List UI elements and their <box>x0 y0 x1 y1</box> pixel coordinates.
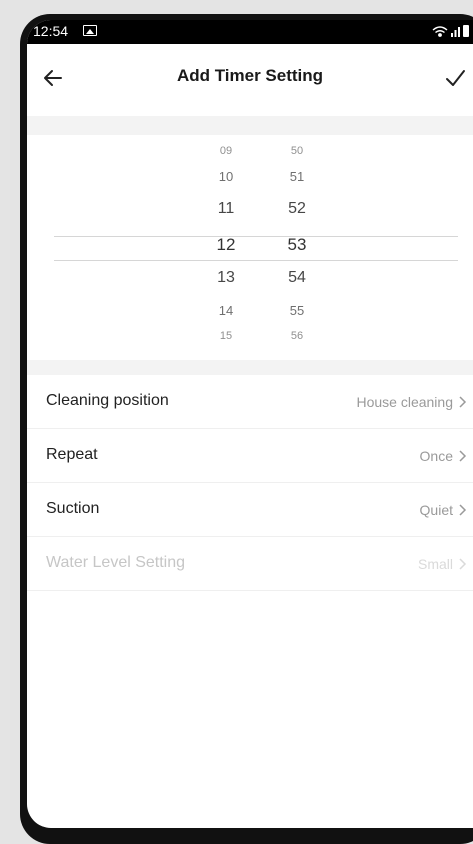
status-time: 12:54 <box>33 23 69 39</box>
hour-option[interactable]: 10 <box>196 169 256 184</box>
settings-row-value: Quiet <box>419 502 453 518</box>
settings-row-value: House cleaning <box>356 394 453 410</box>
time-picker[interactable]: 09 10 11 12 13 14 15 50 51 52 53 54 55 56 <box>27 135 473 360</box>
picker-selection-line-top <box>54 236 458 237</box>
minute-option[interactable]: 53 <box>267 235 327 255</box>
wifi-icon <box>432 26 448 37</box>
chevron-right-icon <box>459 504 467 516</box>
image-icon <box>83 25 97 36</box>
app-header: Add Timer Setting <box>27 44 473 116</box>
settings-row-value: Small <box>417 556 453 572</box>
settings-list: Cleaning position House cleaning Repeat Onc… <box>27 375 473 591</box>
chevron-right-icon <box>459 450 467 462</box>
status-icons <box>432 25 469 37</box>
settings-row-label: Suction <box>46 500 100 517</box>
app-screen: 12:54 Add Timer Setting 09 10 11 12 13 1… <box>27 20 473 828</box>
hour-wheel[interactable]: 09 10 11 12 13 14 15 <box>196 135 256 360</box>
settings-row-label: Repeat <box>46 446 98 463</box>
section-divider-top <box>27 116 473 135</box>
settings-row-water-level-setting: Water Level Setting Small <box>27 537 473 591</box>
settings-row-label: Cleaning position <box>46 392 169 409</box>
settings-row-suction[interactable]: Suction Quiet <box>27 483 473 537</box>
minute-option[interactable]: 56 <box>267 330 327 342</box>
minute-option[interactable]: 50 <box>267 145 327 157</box>
status-bar: 12:54 <box>27 20 473 44</box>
minute-wheel[interactable]: 50 51 52 53 54 55 56 <box>267 135 327 360</box>
hour-option[interactable]: 12 <box>196 235 256 255</box>
picker-selection-line-bottom <box>54 260 458 261</box>
confirm-button[interactable] <box>437 60 473 96</box>
settings-row-repeat[interactable]: Repeat Once <box>27 429 473 483</box>
battery-icon <box>463 25 469 37</box>
minute-option[interactable]: 55 <box>267 303 327 318</box>
hour-option[interactable]: 11 <box>196 200 256 218</box>
check-icon <box>446 70 465 86</box>
section-divider-middle <box>27 360 473 375</box>
hour-option[interactable]: 13 <box>196 269 256 287</box>
signal-icon <box>451 27 460 37</box>
minute-option[interactable]: 52 <box>267 200 327 218</box>
settings-row-value: Once <box>419 448 453 464</box>
settings-row-label: Water Level Setting <box>46 554 186 571</box>
minute-option[interactable]: 54 <box>267 269 327 287</box>
minute-option[interactable]: 51 <box>267 169 327 184</box>
settings-row-cleaning-position[interactable]: Cleaning position House cleaning <box>27 375 473 429</box>
page-title: Add Timer Setting <box>176 66 324 85</box>
hour-option[interactable]: 15 <box>196 330 256 342</box>
hour-option[interactable]: 14 <box>196 303 256 318</box>
chevron-right-icon <box>459 396 467 408</box>
chevron-right-icon <box>459 558 467 570</box>
hour-option[interactable]: 09 <box>196 145 256 157</box>
